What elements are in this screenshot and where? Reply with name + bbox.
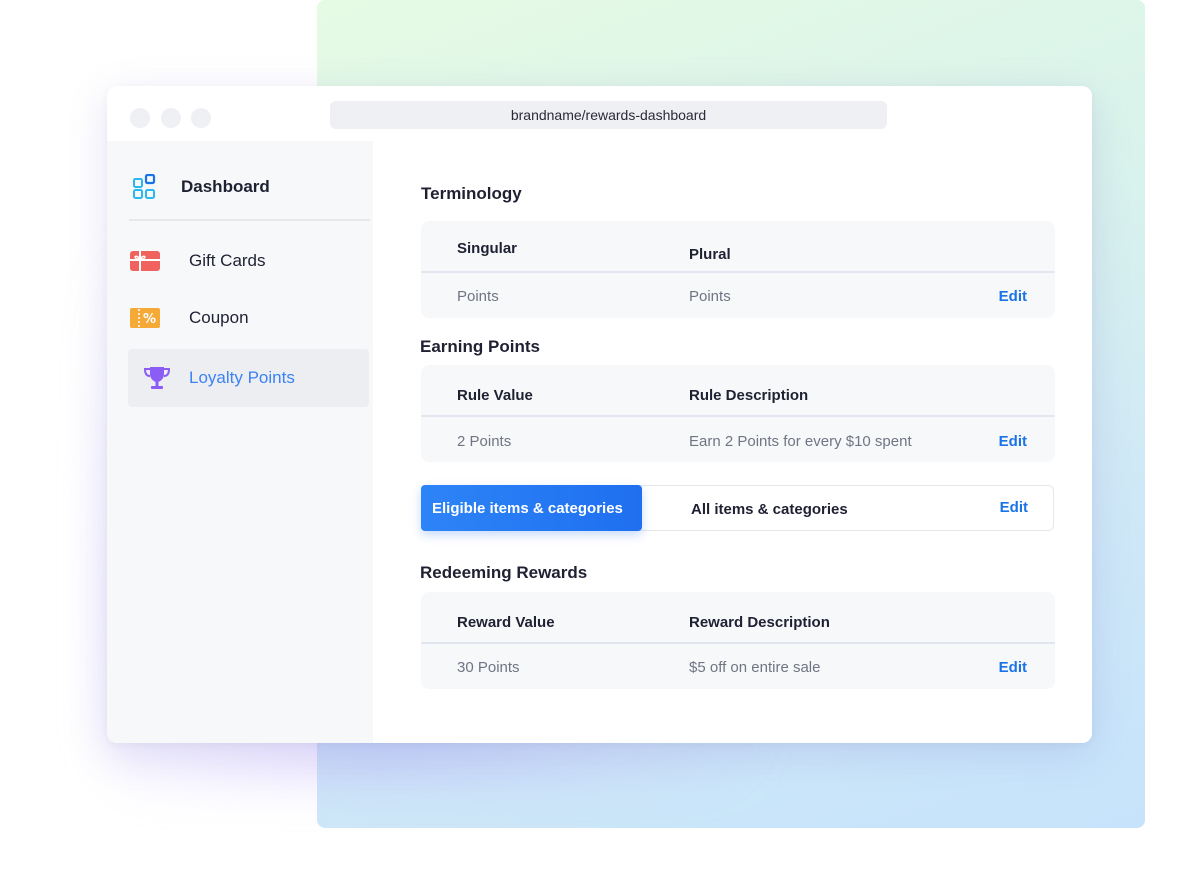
browser-titlebar: brandname/rewards-dashboard: [107, 86, 1092, 141]
address-bar[interactable]: brandname/rewards-dashboard: [330, 101, 887, 129]
column-header-rule-description: Rule Description: [689, 387, 809, 404]
sidebar-item-label: Gift Cards: [189, 251, 266, 270]
sidebar-item-loyalty-points[interactable]: Loyalty Points: [128, 349, 369, 407]
sidebar-item-gift-cards[interactable]: Gift Cards: [129, 247, 370, 275]
redeeming-header-row: Reward Value Reward Description: [421, 592, 1055, 644]
trophy-icon: [141, 364, 173, 392]
column-header-reward-value: Reward Value: [457, 614, 555, 631]
eligible-items-tab-label: Eligible items & categories: [432, 499, 623, 517]
terminology-edit-link[interactable]: Edit: [999, 288, 1027, 305]
eligibility-edit-link[interactable]: Edit: [1000, 499, 1028, 516]
sidebar-item-dashboard[interactable]: Dashboard: [129, 173, 370, 201]
section-title-terminology: Terminology: [421, 184, 522, 203]
section-title-earning-points: Earning Points: [420, 337, 540, 356]
window-dot-maximize[interactable]: [191, 108, 211, 128]
earning-edit-link[interactable]: Edit: [999, 433, 1027, 450]
section-title-redeeming-rewards: Redeeming Rewards: [420, 563, 588, 582]
earning-rule-value: 2 Points: [457, 433, 512, 450]
window-dot-minimize[interactable]: [161, 108, 181, 128]
address-bar-url: brandname/rewards-dashboard: [510, 107, 707, 123]
eligibility-row: Eligible items & categories All items & …: [421, 485, 1054, 531]
dashboard-grid-icon: [129, 173, 161, 201]
eligible-items-tab[interactable]: Eligible items & categories: [421, 485, 642, 531]
eligibility-value: All items & categories: [691, 501, 848, 518]
column-header-reward-description: Reward Description: [689, 614, 830, 631]
redeeming-rewards-card: Reward Value Reward Description 30 Point…: [421, 592, 1055, 689]
column-header-plural: Plural: [689, 246, 731, 263]
sidebar-item-label: Loyalty Points: [189, 368, 295, 387]
terminology-header-row: Singular Plural: [421, 221, 1055, 273]
earning-rule-description: Earn 2 Points for every $10 spent: [689, 433, 912, 450]
window-dot-close[interactable]: [130, 108, 150, 128]
svg-text:%: %: [143, 312, 156, 327]
redeeming-edit-link[interactable]: Edit: [999, 659, 1027, 676]
sidebar: Dashboard Gift Cards % Coupon Loyalty Po…: [107, 141, 373, 743]
terminology-plural-value: Points: [689, 288, 731, 305]
terminology-singular-value: Points: [457, 288, 499, 305]
sidebar-item-label: Dashboard: [181, 177, 270, 196]
terminology-card: Singular Plural Points Points Edit: [421, 221, 1055, 318]
gift-card-icon: [129, 247, 161, 275]
earning-points-card: Rule Value Rule Description 2 Points Ear…: [421, 365, 1055, 462]
earning-header-row: Rule Value Rule Description: [421, 365, 1055, 417]
column-header-rule-value: Rule Value: [457, 387, 533, 404]
column-header-singular: Singular: [457, 240, 518, 257]
browser-window: brandname/rewards-dashboard Dashboard Gi…: [107, 86, 1092, 743]
sidebar-item-label: Coupon: [189, 308, 249, 327]
coupon-icon: %: [129, 304, 161, 332]
main-content: Terminology Singular Plural Points Point…: [373, 141, 1092, 743]
sidebar-item-coupon[interactable]: % Coupon: [129, 304, 370, 332]
sidebar-divider: [129, 219, 370, 221]
reward-description: $5 off on entire sale: [689, 659, 821, 676]
reward-value: 30 Points: [457, 659, 520, 676]
